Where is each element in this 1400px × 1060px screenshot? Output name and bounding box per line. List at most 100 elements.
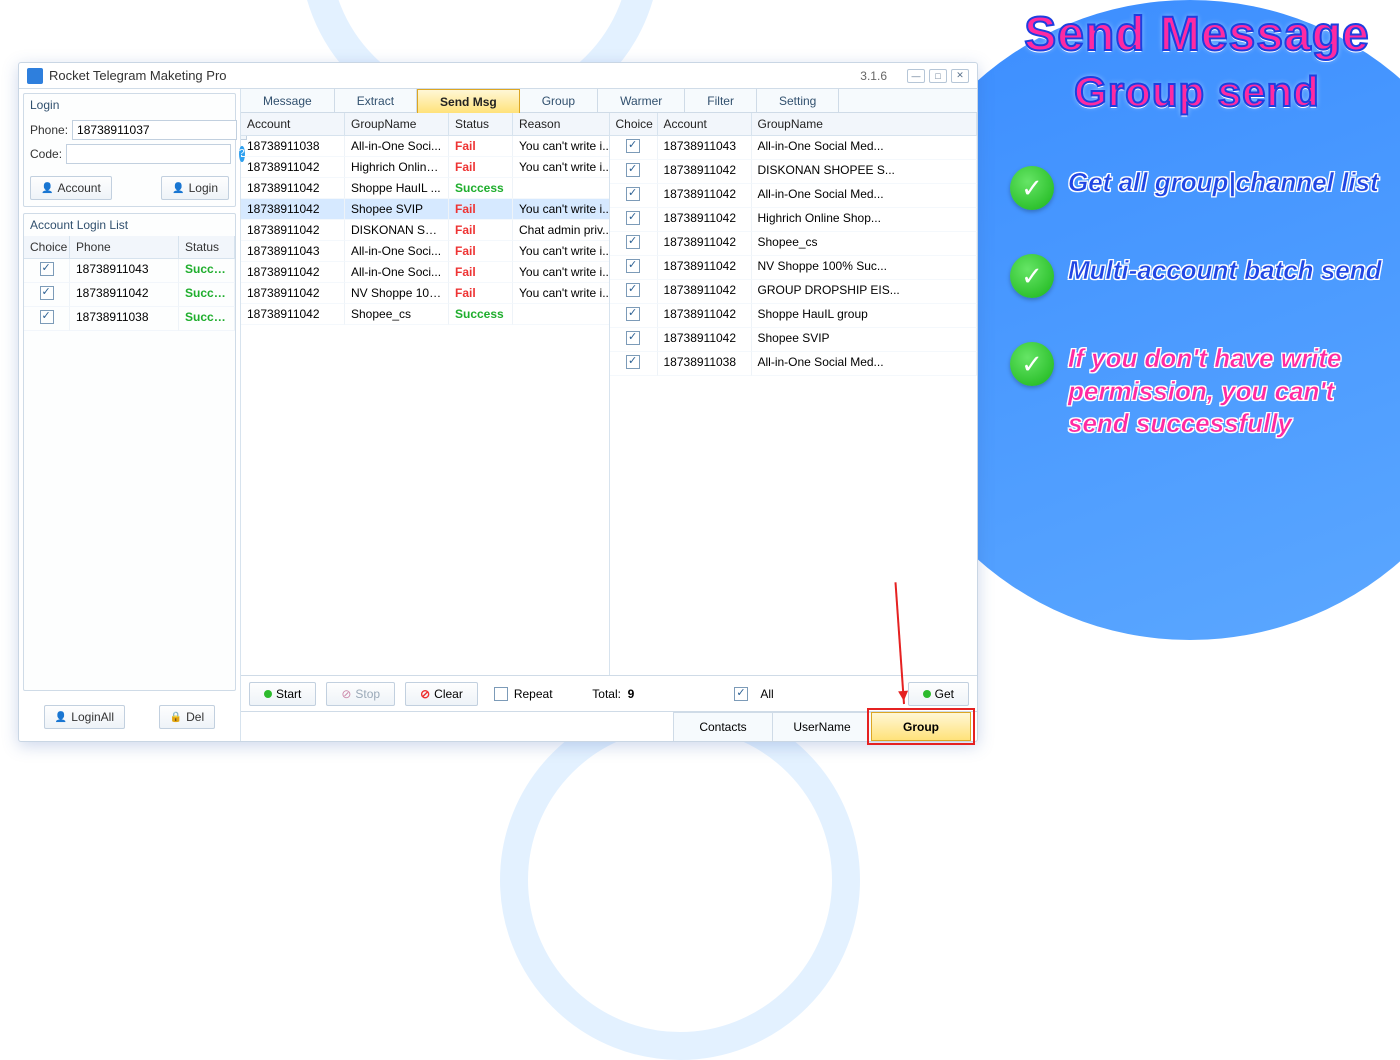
target-row[interactable]: 18738911042DISKONAN SHOPEE S... <box>610 160 978 184</box>
target-row[interactable]: 18738911043All-in-One Social Med... <box>610 136 978 160</box>
row-checkbox[interactable] <box>40 310 54 324</box>
tab-group[interactable]: Group <box>520 89 598 112</box>
row-checkbox[interactable] <box>626 211 640 225</box>
log-row[interactable]: 18738911038All-in-One Soci...FailYou can… <box>241 136 609 157</box>
repeat-checkbox[interactable] <box>494 687 508 701</box>
start-label: Start <box>276 687 301 701</box>
th-account2: Account <box>658 113 752 135</box>
stop-label: Stop <box>355 687 380 701</box>
cell-account: 18738911042 <box>241 283 345 304</box>
cell-group: Shoppe HauIL ... <box>345 178 449 199</box>
total-value: 9 <box>628 687 635 701</box>
feature-item: ✓Multi-account batch send <box>1010 254 1394 298</box>
cell-account: 18738911042 <box>658 160 752 184</box>
cell-status: Fail <box>449 220 513 241</box>
minimize-button[interactable]: — <box>907 69 925 83</box>
tab-filter[interactable]: Filter <box>685 89 757 112</box>
row-checkbox[interactable] <box>40 286 54 300</box>
log-row[interactable]: 18738911042DISKONAN SH...FailChat admin … <box>241 220 609 241</box>
cell-status: Fail <box>449 283 513 304</box>
start-button[interactable]: Start <box>249 682 316 706</box>
cell-reason: Chat admin priv... <box>513 220 609 241</box>
target-row[interactable]: 18738911038All-in-One Social Med... <box>610 352 978 376</box>
total-label: Total: <box>592 687 621 701</box>
phone-input[interactable] <box>72 120 237 140</box>
code-label: Code: <box>30 147 62 161</box>
log-row[interactable]: 18738911042Highrich Online...FailYou can… <box>241 157 609 178</box>
left-sidebar: Login Phone: ▾ Code: ? 👤Account 👤 <box>19 89 241 741</box>
row-checkbox[interactable] <box>626 283 640 297</box>
subtab-username[interactable]: UserName <box>772 712 872 741</box>
account-button[interactable]: 👤Account <box>30 176 112 200</box>
row-checkbox[interactable] <box>626 163 640 177</box>
log-row[interactable]: 18738911043All-in-One Soci...FailYou can… <box>241 241 609 262</box>
target-row[interactable]: 18738911042All-in-One Social Med... <box>610 184 978 208</box>
app-version: 3.1.6 <box>860 69 887 83</box>
cell-account: 18738911042 <box>658 208 752 232</box>
clear-button[interactable]: ⊘Clear <box>405 682 478 706</box>
feature-item: ✓Get all group|channel list <box>1010 166 1394 210</box>
tab-warmer[interactable]: Warmer <box>598 89 685 112</box>
log-row[interactable]: 18738911042Shopee SVIPFailYou can't writ… <box>241 199 609 220</box>
del-button[interactable]: 🔒Del <box>159 705 215 729</box>
row-checkbox[interactable] <box>626 187 640 201</box>
tab-message[interactable]: Message <box>241 89 335 112</box>
app-icon <box>27 68 43 84</box>
maximize-button[interactable]: □ <box>929 69 947 83</box>
cell-status: Fail <box>449 157 513 178</box>
subtab-group[interactable]: Group <box>871 712 971 741</box>
cell-status: Fail <box>449 199 513 220</box>
row-checkbox[interactable] <box>626 235 640 249</box>
cell-account: 18738911042 <box>658 280 752 304</box>
cell-reason: You can't write i... <box>513 262 609 283</box>
play-icon <box>264 690 272 698</box>
get-button[interactable]: Get <box>908 682 969 706</box>
log-row[interactable]: 18738911042NV Shoppe 100...FailYou can't… <box>241 283 609 304</box>
row-checkbox[interactable] <box>626 307 640 321</box>
cell-reason: You can't write i... <box>513 199 609 220</box>
close-button[interactable]: ✕ <box>951 69 969 83</box>
target-body[interactable]: 18738911043All-in-One Social Med...18738… <box>610 136 978 675</box>
log-row[interactable]: 18738911042Shoppe HauIL ...Success4/28..… <box>241 178 609 199</box>
phone-label: Phone: <box>30 123 68 137</box>
row-checkbox[interactable] <box>40 262 54 276</box>
target-row[interactable]: 18738911042GROUP DROPSHIP EIS... <box>610 280 978 304</box>
cell-account: 18738911043 <box>658 136 752 160</box>
code-input[interactable] <box>66 144 231 164</box>
subtab-contacts[interactable]: Contacts <box>673 712 773 741</box>
cell-group: All-in-One Social Med... <box>752 136 978 160</box>
all-checkbox[interactable] <box>734 687 748 701</box>
login-list-row[interactable]: 18738911038Success <box>24 307 235 331</box>
cell-account: 18738911042 <box>241 220 345 241</box>
target-row[interactable]: 18738911042NV Shoppe 100% Suc... <box>610 256 978 280</box>
send-log-body[interactable]: 18738911038All-in-One Soci...FailYou can… <box>241 136 609 675</box>
login-list-row[interactable]: 18738911042Success <box>24 283 235 307</box>
login-button-label: Login <box>189 181 218 195</box>
col-status: Status <box>179 236 235 258</box>
user-icon: 👤 <box>55 712 67 723</box>
tab-send-msg[interactable]: Send Msg <box>417 89 520 113</box>
cell-account: 18738911042 <box>658 232 752 256</box>
tab-extract[interactable]: Extract <box>335 89 417 112</box>
login-button[interactable]: 👤Login <box>161 176 229 200</box>
target-row[interactable]: 18738911042Shoppe HauIL group <box>610 304 978 328</box>
row-checkbox[interactable] <box>626 355 640 369</box>
row-phone: 18738911038 <box>70 307 179 331</box>
target-row[interactable]: 18738911042Highrich Online Shop... <box>610 208 978 232</box>
target-row[interactable]: 18738911042Shopee_cs <box>610 232 978 256</box>
loginall-button[interactable]: 👤LoginAll <box>44 705 125 729</box>
log-row[interactable]: 18738911042Shopee_csSuccess4/28... <box>241 304 609 325</box>
cell-account: 18738911038 <box>241 136 345 157</box>
account-button-label: Account <box>57 181 100 195</box>
cell-group: Shopee_cs <box>752 232 978 256</box>
row-checkbox[interactable] <box>626 331 640 345</box>
stop-button[interactable]: ⊘Stop <box>326 682 395 706</box>
tab-setting[interactable]: Setting <box>757 89 839 112</box>
target-row[interactable]: 18738911042Shopee SVIP <box>610 328 978 352</box>
login-list-row[interactable]: 18738911043Success <box>24 259 235 283</box>
row-checkbox[interactable] <box>626 139 640 153</box>
log-row[interactable]: 18738911042All-in-One Soci...FailYou can… <box>241 262 609 283</box>
row-checkbox[interactable] <box>626 259 640 273</box>
check-icon: ✓ <box>1010 342 1054 386</box>
target-table: Choice Account GroupName 18738911043All-… <box>610 113 978 675</box>
